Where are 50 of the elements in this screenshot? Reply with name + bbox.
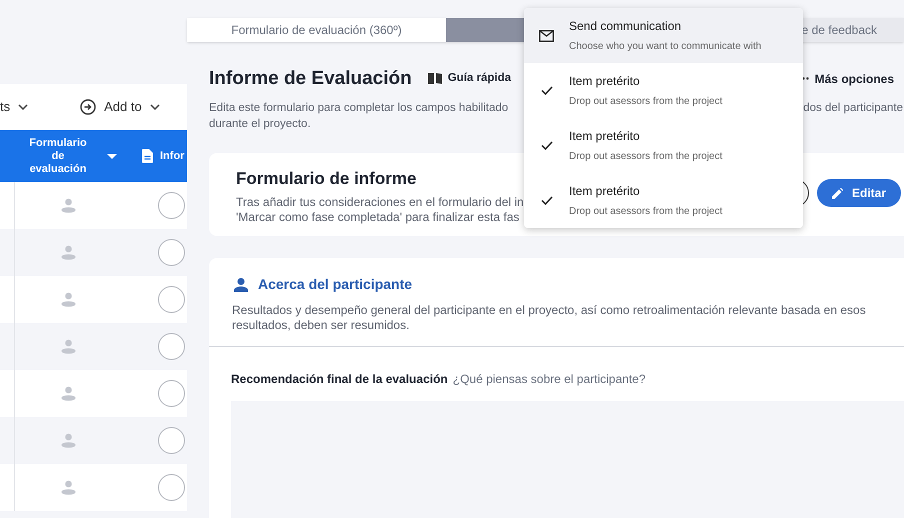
document-icon xyxy=(142,149,153,163)
book-icon xyxy=(428,73,442,84)
card-title: Formulario de informe xyxy=(236,168,418,190)
caret-down-icon xyxy=(107,154,117,158)
person-icon xyxy=(234,278,248,292)
section-description: Resultados y desempeño general del participante en el proyecto, así como retroalimentación relevante basada en esos resultados, deben ser resumidos. xyxy=(231,303,867,333)
description-text: durante el proyecto. xyxy=(209,117,312,132)
section-title: Acerca del participante xyxy=(258,275,412,294)
person-icon xyxy=(60,433,76,448)
quick-guide-button[interactable]: Guía rápida xyxy=(428,70,512,88)
person-icon xyxy=(60,339,76,354)
field-label: Recomendación final de la evaluación xyxy=(231,371,448,388)
toolbar-dropdown[interactable]: Add to xyxy=(80,97,160,117)
arrow-circle-icon xyxy=(80,99,96,115)
menu-item[interactable]: Item pretérito Drop out asessors from the project xyxy=(524,118,803,173)
menu-item-title: Send communication xyxy=(569,18,682,35)
edit-button[interactable]: Editar xyxy=(816,179,901,207)
person-icon xyxy=(60,198,76,213)
menu-item[interactable]: Item pretérito Drop out asessors from the project xyxy=(524,173,803,228)
card-text: 'Marcar como fase completada' para finalizar esta fas xyxy=(236,210,520,224)
chevron-icon xyxy=(18,104,28,110)
field-hint: ¿Qué piensas sobre el participante? xyxy=(452,371,646,388)
person-icon xyxy=(60,245,76,260)
chevron-icon xyxy=(150,104,160,110)
toolbar-dropdown[interactable]: ts xyxy=(0,97,28,117)
menu-item[interactable]: Item pretérito Drop out asessors from the project xyxy=(524,63,803,118)
menu-item-subtitle: Choose who you want to communicate with xyxy=(569,40,762,54)
column-header[interactable]: Infor xyxy=(133,148,184,164)
tab[interactable] xyxy=(446,18,524,42)
menu-item-subtitle: Drop out asessors from the project xyxy=(569,95,722,109)
check-icon xyxy=(540,196,552,205)
menu-item[interactable]: Send communication Choose who you want to communicate with xyxy=(524,8,803,63)
menu-item-title: Item pretérito xyxy=(569,183,641,200)
menu-item-title: Item pretérito xyxy=(569,73,641,90)
pencil-icon xyxy=(832,188,843,198)
card-text: Tras añadir tus consideraciones en el formulario del in xyxy=(236,194,524,210)
check-icon xyxy=(540,141,552,150)
page-title: Informe de Evaluación xyxy=(209,66,412,90)
tab[interactable]: Formulario de evaluación (360º) xyxy=(187,18,446,42)
description-text: dos del participante xyxy=(803,100,903,116)
menu-item-subtitle: Drop out asessors from the project xyxy=(569,205,722,219)
menu-item-title: Item pretérito xyxy=(569,128,641,145)
menu-item-subtitle: Drop out asessors from the project xyxy=(569,150,722,164)
mail-icon xyxy=(539,30,554,42)
person-icon xyxy=(60,292,76,307)
column-header[interactable]: Formulario de evaluación xyxy=(0,136,133,176)
person-icon xyxy=(60,480,76,495)
person-icon xyxy=(60,386,76,401)
description-text: Edita este formulario para completar los campos habilitado xyxy=(209,100,508,116)
check-icon xyxy=(540,86,552,95)
